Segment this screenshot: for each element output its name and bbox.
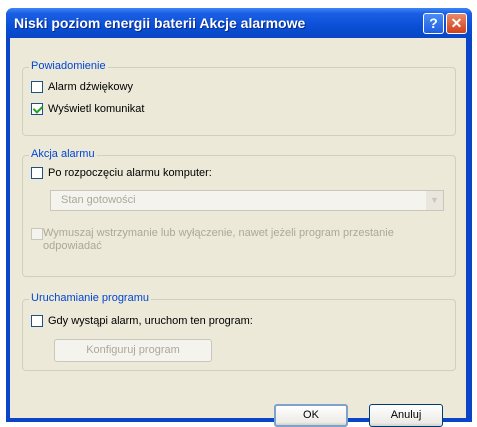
- close-button[interactable]: ✕: [446, 13, 467, 34]
- help-icon: ?: [429, 15, 438, 31]
- configure-program-button[interactable]: Konfiguruj program: [54, 339, 212, 362]
- notification-group: Powiadomienie: [22, 60, 456, 136]
- title-bar[interactable]: Niski poziom energii baterii Akcje alarm…: [6, 8, 472, 38]
- when-alarm-label: Po rozpoczęciu alarmu komputer:: [48, 167, 212, 179]
- run-on-alarm-checkbox[interactable]: [31, 315, 43, 327]
- when-alarm-checkbox[interactable]: [31, 167, 43, 179]
- when-alarm-option[interactable]: Po rozpoczęciu alarmu komputer:: [31, 167, 212, 179]
- notification-legend: Powiadomienie: [29, 60, 108, 72]
- show-message-checkbox[interactable]: [31, 103, 43, 115]
- force-shutdown-label: Wymuszaj wstrzymanie lub wyłączenie, naw…: [43, 227, 394, 252]
- run-on-alarm-option[interactable]: Gdy wystąpi alarm, uruchom ten program:: [31, 315, 253, 327]
- help-button[interactable]: ?: [423, 13, 444, 34]
- standby-state-select[interactable]: Stan gotowości ▼: [50, 190, 444, 211]
- sound-alarm-label: Alarm dźwiękowy: [48, 81, 133, 93]
- run-program-legend: Uruchamianie programu: [29, 292, 151, 304]
- show-message-label: Wyświetl komunikat: [48, 103, 145, 115]
- dialog-client-area: Powiadomienie Alarm dźwiękowy Wyświetl k…: [10, 38, 466, 427]
- run-on-alarm-label: Gdy wystąpi alarm, uruchom ten program:: [48, 315, 253, 327]
- force-shutdown-checkbox[interactable]: [31, 228, 43, 240]
- chevron-down-icon[interactable]: ▼: [426, 191, 443, 210]
- cancel-button[interactable]: Anuluj: [369, 404, 443, 427]
- sound-alarm-option[interactable]: Alarm dźwiękowy: [31, 81, 133, 93]
- ok-button[interactable]: OK: [274, 404, 348, 427]
- sound-alarm-checkbox[interactable]: [31, 81, 43, 93]
- standby-state-value: Stan gotowości: [61, 194, 136, 206]
- show-message-option[interactable]: Wyświetl komunikat: [31, 103, 144, 115]
- window-title: Niski poziom energii baterii Akcje alarm…: [14, 15, 306, 31]
- alarm-action-legend: Akcja alarmu: [29, 148, 97, 160]
- close-icon: ✕: [450, 15, 463, 31]
- dialog-window: Niski poziom energii baterii Akcje alarm…: [6, 8, 472, 427]
